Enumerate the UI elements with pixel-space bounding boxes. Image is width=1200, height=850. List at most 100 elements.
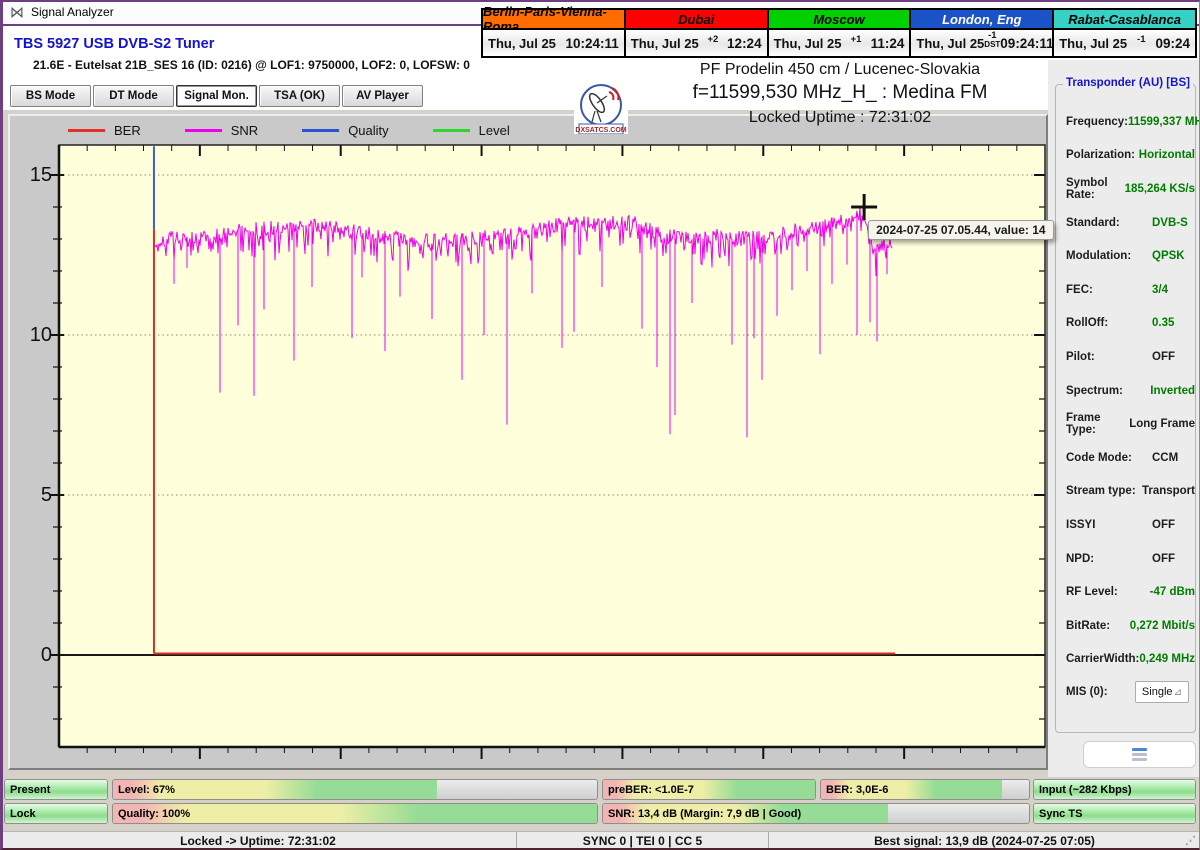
clock-time: 11:24 <box>870 35 905 51</box>
clock-time-row: Thu, Jul 25 -1 DST 09:24:11 <box>911 30 1054 56</box>
offset-value: +1 <box>850 34 862 46</box>
level-swatch <box>432 128 470 132</box>
transponder-label: Symbol Rate: <box>1066 176 1108 201</box>
tab-bs-mode[interactable]: BS Mode <box>10 85 91 107</box>
transponder-label: Spectrum: <box>1066 384 1123 397</box>
meter-label: BER: 3,0E-6 <box>826 783 889 796</box>
meter-label: Sync TS <box>1039 807 1083 820</box>
transponder-value: 3/4 <box>1152 283 1168 296</box>
transponder-value: -47 dBm <box>1149 586 1195 599</box>
transponder-row-spectrum: Spectrum: Inverted <box>1056 374 1195 408</box>
transponder-value: Horizontal <box>1138 149 1195 162</box>
tab-dt-mode[interactable]: DT Mode <box>93 85 174 107</box>
ber-swatch <box>68 128 105 132</box>
clock-column-rabat-casablanca: Rabat-Casablanca Thu, Jul 25 -1 09:24 <box>1052 10 1195 56</box>
tab-av-player[interactable]: AV Player <box>342 85 423 107</box>
legend-item-level: Level <box>432 122 510 138</box>
legend-item-quality: Quality <box>302 123 389 138</box>
mis-row: MIS (0): Single ⊿ <box>1066 681 1189 703</box>
transponder-value: 185,264 KS/s <box>1124 182 1195 195</box>
window-title: Signal Analyzer <box>31 5 114 19</box>
transponder-row-rf-level: RF Level: -47 dBm <box>1056 575 1195 609</box>
meter-level: Level: 67% <box>112 779 598 800</box>
transponder-label: Standard: <box>1066 216 1120 229</box>
transponder-value: 0.35 <box>1152 317 1175 330</box>
stream-stack-button[interactable] <box>1083 741 1196 768</box>
transponder-label: Polarization: <box>1066 149 1136 162</box>
transponder-value: OFF <box>1152 552 1175 565</box>
transponder-label: RF Level: <box>1066 586 1118 599</box>
status-uptime: Locked -> Uptime: 72:31:02 <box>180 834 336 848</box>
meter-label: Level: 67% <box>118 783 175 796</box>
clock-time-row: Thu, Jul 25 +1 11:24 <box>768 30 910 56</box>
transponder-value: 0,272 Mbit/s <box>1129 619 1195 632</box>
transponder-value: 11599,337 MHz <box>1128 115 1200 128</box>
transponder-row-symbol-rate: Symbol Rate: 185,264 KS/s <box>1056 172 1195 206</box>
meter-label: Quality: 100% <box>118 807 191 820</box>
clock-time: 12:24 <box>727 35 762 51</box>
resize-grip[interactable]: ⋰ <box>1185 834 1196 847</box>
transponder-value: OFF <box>1152 350 1175 363</box>
transponder-label: Code Mode: <box>1066 451 1132 464</box>
meter-sync-ts: Sync TS <box>1033 803 1196 824</box>
offset-note: DST <box>984 39 1001 49</box>
meter-snr: SNR: 13,4 dB (Margin: 7,9 dB | Good) <box>602 803 1030 824</box>
transponder-row-code-mode: Code Mode: CCM <box>1056 441 1195 475</box>
clock-date: Thu, Jul 25 <box>773 35 842 51</box>
clock-panel: Berlin-Paris-Vienna-Roma Thu, Jul 25 10:24… <box>481 4 1197 58</box>
clock-date: Thu, Jul 25 <box>916 35 985 51</box>
status-bar: Locked -> Uptime: 72:31:02 SYNC 0 | TEI … <box>0 831 1200 850</box>
meter-label: preBER: <1.0E-7 <box>608 783 694 796</box>
meter-label: Input (~282 Kbps) <box>1039 783 1132 796</box>
clock-date: Thu, Jul 25 <box>1059 35 1128 51</box>
clock-column-london-eng: London, Eng Thu, Jul 25 -1 DST 09:24:11 <box>909 10 1054 56</box>
clock-time-row: Thu, Jul 25 10:24:11 <box>483 30 624 56</box>
transponder-label: Stream type: <box>1066 485 1136 498</box>
transponder-row-standard: Standard: DVB-S <box>1056 206 1195 240</box>
mis-selected-value: Single <box>1141 686 1173 698</box>
clock-utc-offset: -1 <box>1137 35 1145 45</box>
chart-tooltip: 2024-07-25 07.05.44, value: 14 <box>868 220 1054 240</box>
legend-item-ber: BER <box>68 123 141 138</box>
meter-label: Lock <box>10 807 36 820</box>
transponder-value: OFF <box>1152 518 1175 531</box>
transponder-value: Long Frame <box>1129 418 1195 431</box>
transponder-row-stream-type: Stream type: Transport <box>1056 475 1195 509</box>
legend-label: SNR <box>230 122 259 138</box>
meter-ber: BER: 3,0E-6 <box>820 779 1030 800</box>
y-axis-label: 10 <box>29 324 52 346</box>
transponder-label: CarrierWidth: <box>1066 653 1140 666</box>
legend-item-snr: SNR <box>184 122 259 138</box>
clock-column-dubai: Dubai Thu, Jul 25 +2 12:24 <box>623 10 767 56</box>
tab-signal-mon[interactable]: Signal Mon. <box>176 85 257 107</box>
transponder-label: NPD: <box>1066 552 1095 565</box>
clock-date: Thu, Jul 25 <box>630 35 699 51</box>
stack-icon <box>1132 748 1147 761</box>
clock-utc-offset: +1 <box>851 35 862 45</box>
transponder-value: Transport <box>1141 485 1195 498</box>
frequency-header: f=11599,530 MHz_H_ : Medina FM <box>692 82 988 103</box>
legend-label: Level <box>478 122 510 138</box>
clock-column-berlin-paris-vienna-roma: Berlin-Paris-Vienna-Roma Thu, Jul 25 10:24… <box>483 4 624 56</box>
transponder-value: DVB-S <box>1152 216 1188 229</box>
mis-dropdown[interactable]: Single ⊿ <box>1134 681 1189 703</box>
clock-city: Moscow <box>768 10 910 30</box>
clock-utc-offset: -1 DST <box>984 30 1001 49</box>
y-axis-label: 5 <box>40 484 52 506</box>
mis-label: MIS (0): <box>1066 686 1108 698</box>
app-icon: ⋈ <box>10 2 24 21</box>
meter-label: Present <box>10 783 51 796</box>
transponder-value: Inverted <box>1150 384 1195 397</box>
snr-swatch <box>184 128 222 132</box>
transponder-row-rolloff: RollOff: 0.35 <box>1056 307 1195 341</box>
clock-utc-offset: +2 <box>707 35 718 45</box>
dxsatcs-logo: DXSATCS.COM <box>574 82 628 135</box>
clock-time-row: Thu, Jul 25 -1 09:24 <box>1054 30 1195 56</box>
clock-time: 09:24 <box>1155 35 1190 51</box>
transponder-label: ISSYI <box>1066 518 1096 531</box>
tab-tsa-ok[interactable]: TSA (OK) <box>259 85 340 107</box>
meter-quality: Quality: 100% <box>112 803 598 824</box>
transponder-label: BitRate: <box>1066 619 1111 632</box>
meter-lock: Lock <box>4 803 108 824</box>
status-sync: SYNC 0 | TEI 0 | CC 5 <box>516 832 768 850</box>
